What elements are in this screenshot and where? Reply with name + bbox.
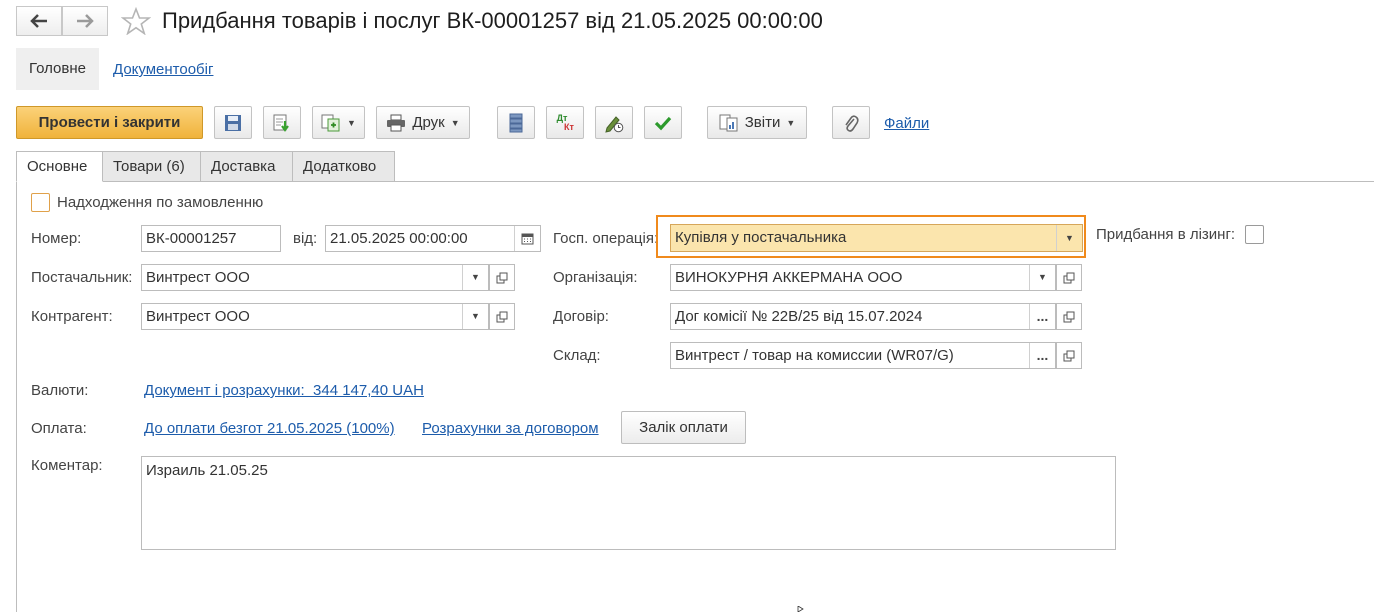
number-field[interactable]: ВК-00001257 — [141, 225, 281, 252]
forward-button[interactable] — [62, 6, 108, 36]
open-window-icon — [496, 272, 508, 283]
leasing-checkbox[interactable] — [1245, 225, 1264, 244]
operation-value: Купівля у постачальника — [675, 229, 847, 246]
open-window-icon — [496, 311, 508, 322]
leasing-label: Придбання в лізинг: — [1096, 226, 1236, 243]
counterparty-label: Контрагент: — [31, 308, 113, 325]
paperclip-icon — [845, 114, 859, 132]
tab-delivery[interactable]: Доставка — [200, 151, 293, 182]
tab-main[interactable]: Основне — [16, 151, 103, 182]
chevron-down-icon: ▼ — [1065, 232, 1074, 243]
operation-label: Госп. операція: — [553, 230, 659, 247]
comment-label: Коментар: — [31, 457, 103, 474]
payment-label: Оплата: — [31, 420, 87, 437]
counterparty-value: Винтрест ООО — [146, 308, 250, 325]
contract-open-button[interactable] — [1056, 303, 1082, 330]
chevron-down-icon: ▼ — [347, 117, 356, 128]
warehouse-label: Склад: — [553, 347, 601, 364]
counterparty-select[interactable]: Винтрест ООО ▼ — [141, 303, 489, 330]
supplier-select[interactable]: Винтрест ООО ▼ — [141, 264, 489, 291]
pen-clock-icon — [605, 115, 624, 133]
by-order-checkbox[interactable] — [31, 193, 50, 212]
supplier-value: Винтрест ООО — [146, 269, 250, 286]
supplier-dropdown-button[interactable]: ▼ — [462, 265, 488, 290]
section-docflow-link[interactable]: Документообіг — [113, 61, 213, 78]
payment-terms-link[interactable]: До оплати безгот 21.05.2025 (100%) — [144, 420, 395, 437]
structure-button[interactable] — [497, 106, 535, 139]
comment-textarea[interactable]: Израиль 21.05.25 — [141, 456, 1116, 550]
organization-select[interactable]: ВИНОКУРНЯ АККЕРМАНА ООО ▼ — [670, 264, 1056, 291]
contract-field[interactable]: Дог комісії № 22В/25 від 15.07.2024 ... — [670, 303, 1056, 330]
floppy-disk-icon — [225, 114, 241, 131]
warehouse-select-button[interactable]: ... — [1029, 343, 1055, 368]
contract-select-button[interactable]: ... — [1029, 304, 1055, 329]
warehouse-open-button[interactable] — [1056, 342, 1082, 369]
calendar-icon — [521, 233, 534, 245]
post-document-icon — [273, 114, 289, 132]
organization-label: Організація: — [553, 269, 638, 286]
reports-button[interactable]: Звіти ▼ — [707, 106, 807, 139]
post-and-close-label: Провести і закрити — [38, 114, 181, 131]
approve-button[interactable] — [644, 106, 682, 139]
open-window-icon — [1063, 350, 1075, 361]
printer-icon — [387, 114, 406, 131]
number-label: Номер: — [31, 230, 82, 247]
calendar-button[interactable] — [514, 226, 540, 251]
save-button[interactable] — [214, 106, 252, 139]
tab-goods[interactable]: Товари (6) — [102, 151, 201, 182]
edit-history-button[interactable] — [595, 106, 633, 139]
attach-button[interactable] — [832, 106, 870, 139]
files-link[interactable]: Файли — [884, 115, 929, 132]
tab-additional[interactable]: Додатково — [292, 151, 395, 182]
mouse-cursor-icon — [797, 606, 804, 612]
supplier-open-button[interactable] — [489, 264, 515, 291]
counterparty-dropdown-button[interactable]: ▼ — [462, 304, 488, 329]
counterparty-open-button[interactable] — [489, 303, 515, 330]
contract-value: Дог комісії № 22В/25 від 15.07.2024 — [675, 308, 923, 325]
date-label: від: — [293, 230, 318, 247]
settlements-link[interactable]: Розрахунки за договором — [422, 420, 599, 437]
chevron-down-icon: ▼ — [1038, 272, 1047, 282]
left-panel-border — [16, 182, 17, 612]
warehouse-value: Винтрест / товар на комиссии (WR07/G) — [675, 347, 954, 364]
checkmark-icon — [654, 116, 672, 130]
chevron-down-icon: ▼ — [471, 311, 480, 321]
dt-kt-button[interactable]: Дт Кт — [546, 106, 584, 139]
operation-dropdown-button[interactable]: ▼ — [1056, 225, 1082, 251]
arrow-right-icon — [77, 14, 94, 28]
date-field[interactable]: 21.05.2025 00:00:00 — [325, 225, 541, 252]
by-order-label: Надходження по замовленню — [57, 194, 264, 211]
organization-dropdown-button[interactable]: ▼ — [1029, 265, 1055, 290]
create-based-on-button[interactable]: ▼ — [312, 106, 365, 139]
report-icon — [719, 114, 738, 131]
open-window-icon — [1063, 272, 1075, 283]
back-button[interactable] — [16, 6, 62, 36]
post-button[interactable] — [263, 106, 301, 139]
list-stack-icon — [509, 113, 523, 132]
organization-value: ВИНОКУРНЯ АККЕРМАНА ООО — [675, 269, 903, 286]
operation-select[interactable]: Купівля у постачальника ▼ — [670, 224, 1083, 252]
chevron-down-icon: ▼ — [786, 117, 796, 128]
section-main[interactable]: Головне — [16, 48, 99, 90]
reports-label: Звіти — [744, 114, 781, 131]
print-button[interactable]: Друк ▼ — [376, 106, 470, 139]
warehouse-field[interactable]: Винтрест / товар на комиссии (WR07/G) ..… — [670, 342, 1056, 369]
post-and-close-button[interactable]: Провести і закрити — [16, 106, 203, 139]
open-window-icon — [1063, 311, 1075, 322]
currency-link[interactable]: Документ і розрахунки: 344 147,40 UAH — [144, 382, 424, 399]
page-title: Придбання товарів і послуг ВК-00001257 в… — [162, 8, 823, 33]
currency-label: Валюти: — [31, 382, 89, 399]
supplier-label: Постачальник: — [31, 269, 133, 286]
contract-label: Договір: — [553, 308, 609, 325]
create-based-on-icon — [321, 114, 340, 131]
date-value: 21.05.2025 00:00:00 — [330, 230, 468, 247]
organization-open-button[interactable] — [1056, 264, 1082, 291]
chevron-down-icon: ▼ — [471, 272, 480, 282]
print-label: Друк — [412, 114, 445, 131]
star-icon[interactable] — [121, 7, 151, 35]
kt-label: Кт — [564, 121, 574, 132]
chevron-down-icon: ▼ — [450, 117, 460, 128]
payment-offset-button[interactable]: Залік оплати — [621, 411, 746, 444]
arrow-left-icon — [30, 14, 47, 28]
